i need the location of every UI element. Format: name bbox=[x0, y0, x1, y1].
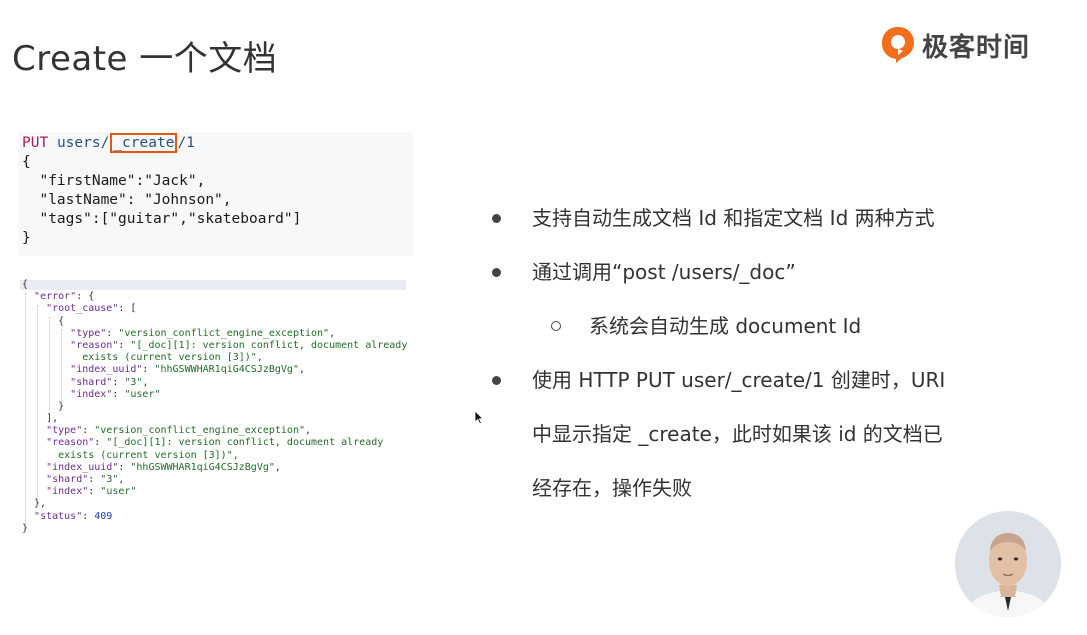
request-body-line: "firstName":"Jack", bbox=[22, 173, 206, 189]
response-line: "shard": "3", bbox=[70, 376, 149, 388]
response-code-block: { "error": { "root_cause": [ { "type": "… bbox=[20, 279, 410, 541]
request-code-block: PUT users/_create/1 { "firstName":"Jack"… bbox=[18, 132, 413, 256]
bullet-dot-icon bbox=[492, 214, 501, 223]
geektime-logo-icon bbox=[882, 27, 914, 63]
hollow-bullet-icon bbox=[551, 321, 561, 331]
response-line: "index": "user" bbox=[46, 486, 137, 498]
response-line: ], bbox=[22, 413, 59, 425]
request-body-line: } bbox=[22, 230, 31, 246]
response-line: "type": "version_conflict_engine_excepti… bbox=[46, 425, 312, 437]
slide-title: Create 一个文档 bbox=[12, 39, 278, 79]
request-path-prefix: users/ bbox=[56, 135, 110, 151]
create-endpoint-highlight: _create bbox=[110, 133, 178, 153]
bullet-dot-icon bbox=[492, 376, 501, 385]
sub-bullet-text: 系统会自动生成 document Id bbox=[589, 314, 862, 338]
geektime-logo: 极客时间 bbox=[880, 24, 1030, 66]
response-line: }, bbox=[22, 498, 47, 510]
request-method: PUT bbox=[22, 135, 49, 151]
bullet-text: 经存在，操作失败 bbox=[532, 476, 692, 500]
response-lines: { "error": { "root_cause": [ { "type": "… bbox=[22, 279, 407, 535]
response-line: "index_uuid": "hhGSWWHAR1qiG4CSJzBgVg", bbox=[70, 364, 305, 376]
mouse-cursor-icon bbox=[474, 410, 484, 425]
response-line: "type": "version_conflict_engine_excepti… bbox=[70, 327, 336, 339]
response-line: { bbox=[22, 279, 29, 290]
response-line: "reason": "[_doc][1]: version conflict, … bbox=[70, 339, 408, 351]
presenter-icon bbox=[955, 511, 1061, 617]
response-line: } bbox=[22, 522, 29, 534]
response-line: exists (current version [3])", bbox=[22, 449, 239, 461]
bullet-dot-icon bbox=[492, 268, 501, 277]
response-line: "index": "user" bbox=[70, 388, 161, 400]
presenter-avatar bbox=[955, 511, 1061, 617]
response-line: "status": 409 bbox=[34, 510, 113, 522]
bullet-text: 支持自动生成文档 Id 和指定文档 Id 两种方式 bbox=[532, 206, 935, 230]
bullet-text: 使用 HTTP PUT user/_create/1 创建时，URI bbox=[532, 368, 946, 392]
request-body-line: { bbox=[22, 154, 31, 170]
response-line: "reason": "[_doc][1]: version conflict, … bbox=[46, 437, 384, 449]
response-line: exists (current version [3])", bbox=[22, 352, 263, 364]
response-line: } bbox=[22, 400, 65, 412]
response-line: "shard": "3", bbox=[46, 474, 125, 485]
request-body-line: "lastName": "Johnson", bbox=[22, 192, 232, 208]
response-line: "root_cause": [ bbox=[46, 303, 137, 315]
request-path-suffix: /1 bbox=[177, 135, 195, 151]
response-line: "error": { bbox=[34, 291, 95, 303]
bullet-text: 通过调用“post /users/_doc” bbox=[532, 260, 796, 284]
logo-text: 极客时间 bbox=[922, 32, 1031, 63]
request-line: PUT users/_create/1 bbox=[22, 133, 413, 153]
response-line: "index_uuid": "hhGSWWHAR1qiG4CSJzBgVg", bbox=[46, 461, 281, 473]
request-body-line: "tags":["guitar","skateboard"] bbox=[22, 211, 302, 227]
bullet-text: 中显示指定 _create，此时如果该 id 的文档已 bbox=[532, 422, 943, 446]
response-line: { bbox=[22, 315, 65, 327]
